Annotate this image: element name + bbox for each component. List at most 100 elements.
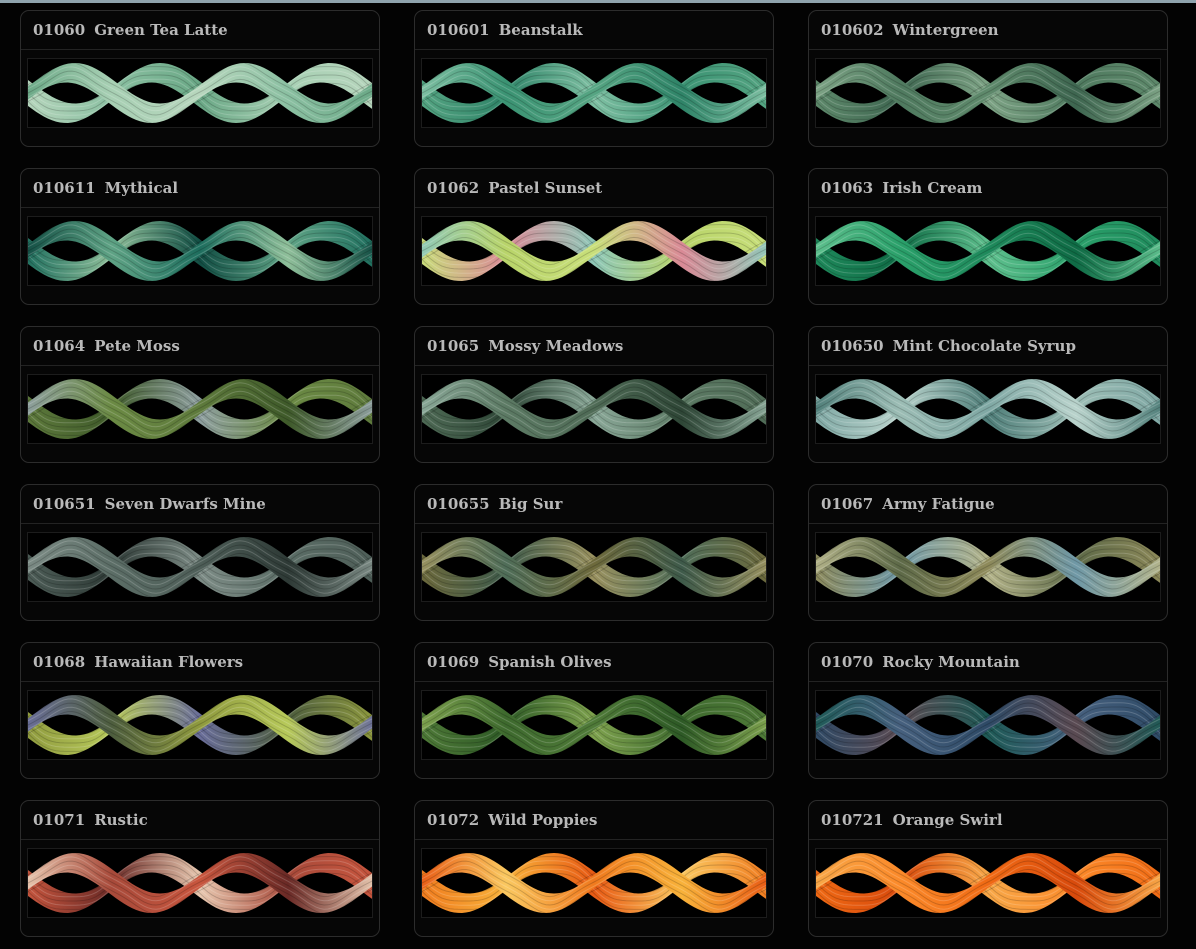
thread-card[interactable]: 01070 Rocky Mountain [808, 642, 1168, 779]
thread-swatch-image[interactable] [421, 690, 767, 760]
thread-card[interactable]: 01062 Pastel Sunset [414, 168, 774, 305]
thread-title: 01064 Pete Moss [33, 337, 180, 355]
thread-card[interactable]: 01064 Pete Moss [20, 326, 380, 463]
thread-swatch-image[interactable] [27, 532, 373, 602]
thread-card[interactable]: 01067 Army Fatigue [808, 484, 1168, 621]
thread-title: 010650 Mint Chocolate Syrup [821, 337, 1076, 355]
card-divider [809, 523, 1167, 524]
thread-number: 01069 [427, 653, 480, 671]
thread-title: 010601 Beanstalk [427, 21, 583, 39]
thread-swatch-image[interactable] [421, 216, 767, 286]
thread-swatch-image[interactable] [421, 532, 767, 602]
thread-card[interactable]: 010721 Orange Swirl [808, 800, 1168, 937]
thread-number: 010602 [821, 21, 884, 39]
card-divider [21, 839, 379, 840]
thread-title: 01063 Irish Cream [821, 179, 982, 197]
thread-name: Hawaiian Flowers [94, 653, 244, 671]
thread-number: 010651 [33, 495, 96, 513]
thread-number: 010655 [427, 495, 490, 513]
thread-title: 01067 Army Fatigue [821, 495, 995, 513]
thread-swatch-image[interactable] [27, 690, 373, 760]
thread-swatch-image[interactable] [815, 532, 1161, 602]
card-divider [415, 839, 773, 840]
thread-name: Spanish Olives [488, 653, 612, 671]
thread-swatch-image[interactable] [27, 216, 373, 286]
thread-card[interactable]: 010611 Mythical [20, 168, 380, 305]
thread-card[interactable]: 010650 Mint Chocolate Syrup [808, 326, 1168, 463]
thread-name: Big Sur [498, 495, 563, 513]
card-divider [809, 207, 1167, 208]
thread-number: 01071 [33, 811, 86, 829]
card-divider [809, 49, 1167, 50]
card-divider [21, 365, 379, 366]
card-divider [21, 207, 379, 208]
thread-name: Pete Moss [94, 337, 180, 355]
thread-number: 01072 [427, 811, 480, 829]
thread-card[interactable]: 01063 Irish Cream [808, 168, 1168, 305]
thread-title: 01060 Green Tea Latte [33, 21, 228, 39]
thread-number: 010721 [821, 811, 884, 829]
card-divider [415, 681, 773, 682]
thread-card[interactable]: 010601 Beanstalk [414, 10, 774, 147]
thread-swatch-image[interactable] [421, 848, 767, 918]
thread-title: 010651 Seven Dwarfs Mine [33, 495, 266, 513]
thread-card[interactable]: 01060 Green Tea Latte [20, 10, 380, 147]
thread-name: Irish Cream [882, 179, 983, 197]
thread-title: 01065 Mossy Meadows [427, 337, 623, 355]
thread-title: 01072 Wild Poppies [427, 811, 597, 829]
thread-card[interactable]: 010655 Big Sur [414, 484, 774, 621]
thread-title: 010721 Orange Swirl [821, 811, 1003, 829]
thread-card[interactable]: 010602 Wintergreen [808, 10, 1168, 147]
thread-swatch-image[interactable] [421, 58, 767, 128]
thread-name: Green Tea Latte [94, 21, 228, 39]
thread-card[interactable]: 01069 Spanish Olives [414, 642, 774, 779]
thread-number: 01064 [33, 337, 86, 355]
thread-title: 01071 Rustic [33, 811, 148, 829]
thread-swatch-image[interactable] [27, 848, 373, 918]
thread-number: 01070 [821, 653, 874, 671]
thread-card[interactable]: 01068 Hawaiian Flowers [20, 642, 380, 779]
thread-number: 01060 [33, 21, 86, 39]
thread-swatch-image[interactable] [815, 216, 1161, 286]
thread-card[interactable]: 01072 Wild Poppies [414, 800, 774, 937]
thread-name: Beanstalk [498, 21, 583, 39]
card-divider [415, 523, 773, 524]
thread-number: 01068 [33, 653, 86, 671]
thread-name: Pastel Sunset [488, 179, 603, 197]
card-divider [809, 365, 1167, 366]
thread-number: 010650 [821, 337, 884, 355]
top-accent-line [0, 0, 1196, 3]
thread-card[interactable]: 010651 Seven Dwarfs Mine [20, 484, 380, 621]
thread-card[interactable]: 01071 Rustic [20, 800, 380, 937]
card-divider [415, 207, 773, 208]
thread-title: 010611 Mythical [33, 179, 178, 197]
card-divider [415, 49, 773, 50]
thread-swatch-image[interactable] [27, 374, 373, 444]
card-divider [21, 681, 379, 682]
thread-catalog-grid: 01060 Green Tea Latte 010601 Beanstalk 010… [20, 10, 1168, 937]
thread-name: Wintergreen [892, 21, 999, 39]
thread-swatch-image[interactable] [815, 848, 1161, 918]
thread-swatch-image[interactable] [815, 374, 1161, 444]
card-divider [21, 523, 379, 524]
thread-name: Wild Poppies [488, 811, 598, 829]
thread-title: 01070 Rocky Mountain [821, 653, 1020, 671]
thread-card[interactable]: 01065 Mossy Meadows [414, 326, 774, 463]
thread-swatch-image[interactable] [815, 58, 1161, 128]
thread-name: Seven Dwarfs Mine [104, 495, 266, 513]
thread-number: 01067 [821, 495, 874, 513]
thread-title: 01068 Hawaiian Flowers [33, 653, 243, 671]
thread-name: Rustic [94, 811, 148, 829]
thread-swatch-image[interactable] [421, 374, 767, 444]
thread-title: 010602 Wintergreen [821, 21, 999, 39]
thread-swatch-image[interactable] [815, 690, 1161, 760]
thread-swatch-image[interactable] [27, 58, 373, 128]
thread-name: Mossy Meadows [488, 337, 624, 355]
thread-name: Orange Swirl [892, 811, 1003, 829]
card-divider [809, 839, 1167, 840]
thread-number: 01062 [427, 179, 480, 197]
thread-number: 01063 [821, 179, 874, 197]
thread-title: 01069 Spanish Olives [427, 653, 612, 671]
thread-number: 01065 [427, 337, 480, 355]
thread-number: 010611 [33, 179, 96, 197]
